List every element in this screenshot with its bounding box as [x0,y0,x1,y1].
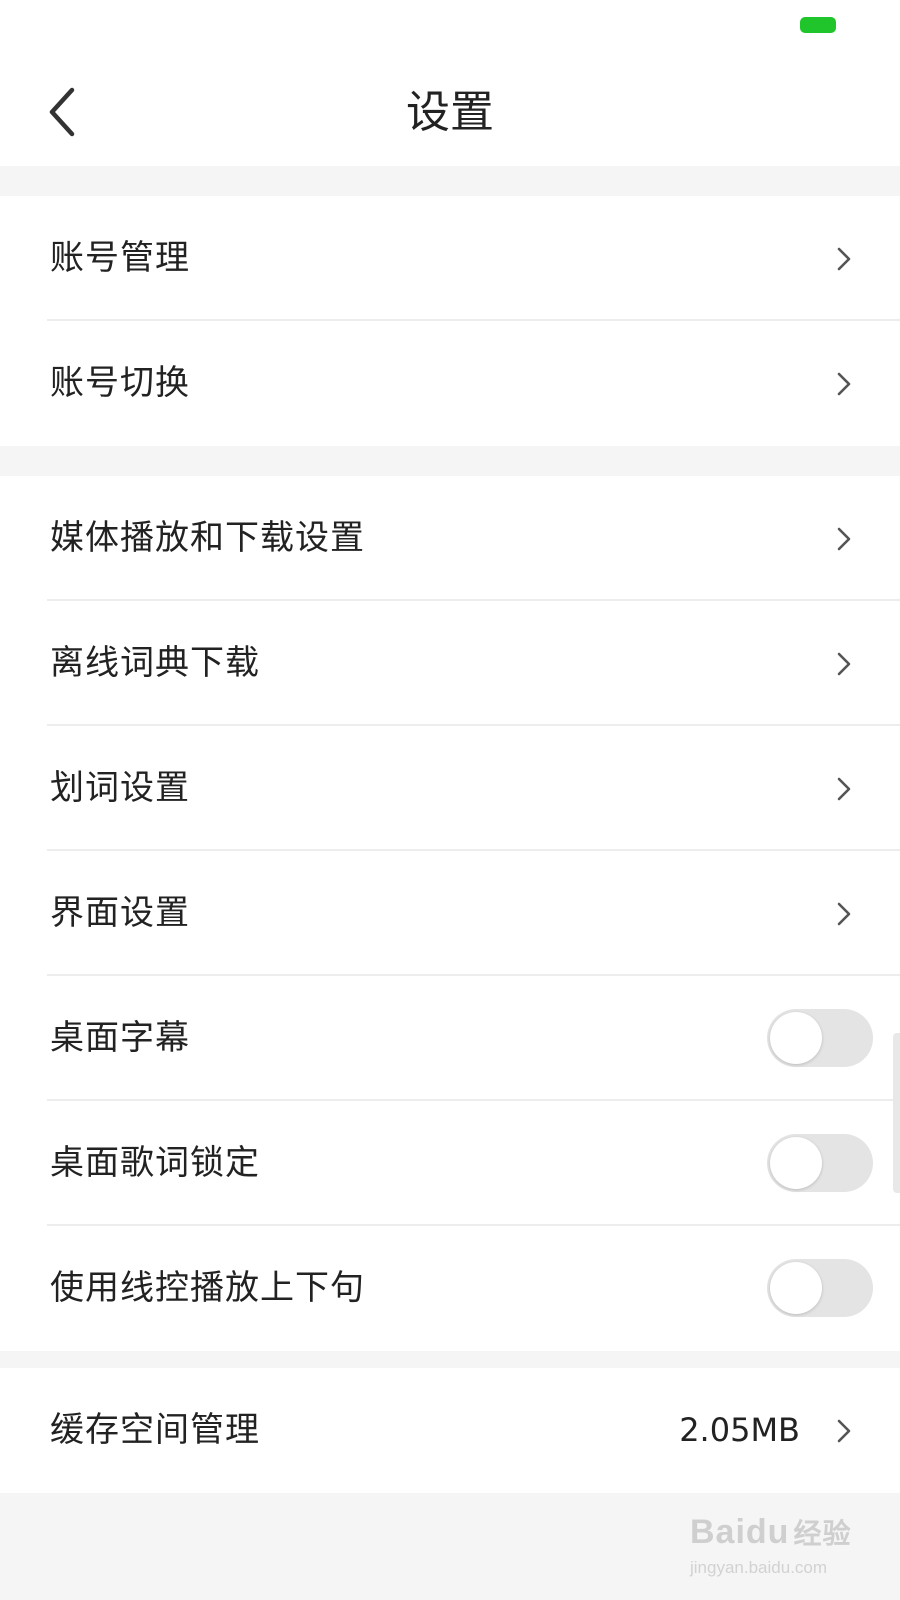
cache-space-management-row[interactable]: 缓存空间管理 2.05MB [0,1368,900,1493]
status-bar [0,0,900,60]
account-management-row[interactable]: 账号管理 [0,196,900,321]
header-bar: 设置 [0,60,900,166]
general-settings-group: 媒体播放和下载设置 离线词典下载 划词设置 界面设置 桌面字幕 桌面歌词锁定 使… [0,476,900,1351]
chevron-right-icon [836,526,852,552]
word-selection-settings-row[interactable]: 划词设置 [0,726,900,851]
desktop-lyrics-lock-row: 桌面歌词锁定 [0,1101,900,1226]
row-label: 使用线控播放上下句 [50,1268,365,1308]
chevron-left-icon [44,80,84,144]
row-label: 划词设置 [50,768,190,808]
chevron-right-icon [836,776,852,802]
page-title: 设置 [406,87,494,138]
watermark-logo: Baidu 经验 [690,1512,860,1554]
row-label: 媒体播放和下载设置 [50,518,365,558]
watermark-url: jingyan.baidu.com [690,1558,828,1577]
account-switch-row[interactable]: 账号切换 [0,321,900,446]
back-button[interactable] [44,80,84,144]
desktop-lyrics-lock-toggle[interactable] [767,1134,873,1192]
row-label: 桌面字幕 [50,1018,190,1058]
chevron-right-icon [836,1418,852,1444]
row-label: 离线词典下载 [50,643,260,683]
wired-control-sentence-row: 使用线控播放上下句 [0,1226,900,1351]
chevron-right-icon [836,651,852,677]
storage-settings-group: 缓存空间管理 2.05MB [0,1368,900,1493]
watermark: Baidu 经验 jingyan.baidu.com [690,1512,860,1582]
chevron-right-icon [836,246,852,272]
chevron-right-icon [836,371,852,397]
row-label: 缓存空间管理 [50,1410,260,1450]
account-settings-group: 账号管理 账号切换 [0,196,900,446]
toggle-knob [770,1137,822,1189]
desktop-subtitles-toggle[interactable] [767,1009,873,1067]
toggle-knob [770,1262,822,1314]
row-label: 桌面歌词锁定 [50,1143,260,1183]
watermark-logo-cn: 经验 [793,1518,852,1549]
watermark-logo-text: Baidu [690,1513,790,1551]
scroll-indicator [893,1033,900,1193]
row-label: 账号管理 [50,238,190,278]
row-label: 账号切换 [50,363,190,403]
desktop-subtitles-row: 桌面字幕 [0,976,900,1101]
chevron-right-icon [836,901,852,927]
cache-size-value: 2.05MB [679,1411,800,1449]
wired-control-sentence-toggle[interactable] [767,1259,873,1317]
row-label: 界面设置 [50,893,190,933]
media-playback-download-settings-row[interactable]: 媒体播放和下载设置 [0,476,900,601]
battery-indicator-icon [800,17,836,33]
interface-settings-row[interactable]: 界面设置 [0,851,900,976]
toggle-knob [770,1012,822,1064]
offline-dictionary-download-row[interactable]: 离线词典下载 [0,601,900,726]
